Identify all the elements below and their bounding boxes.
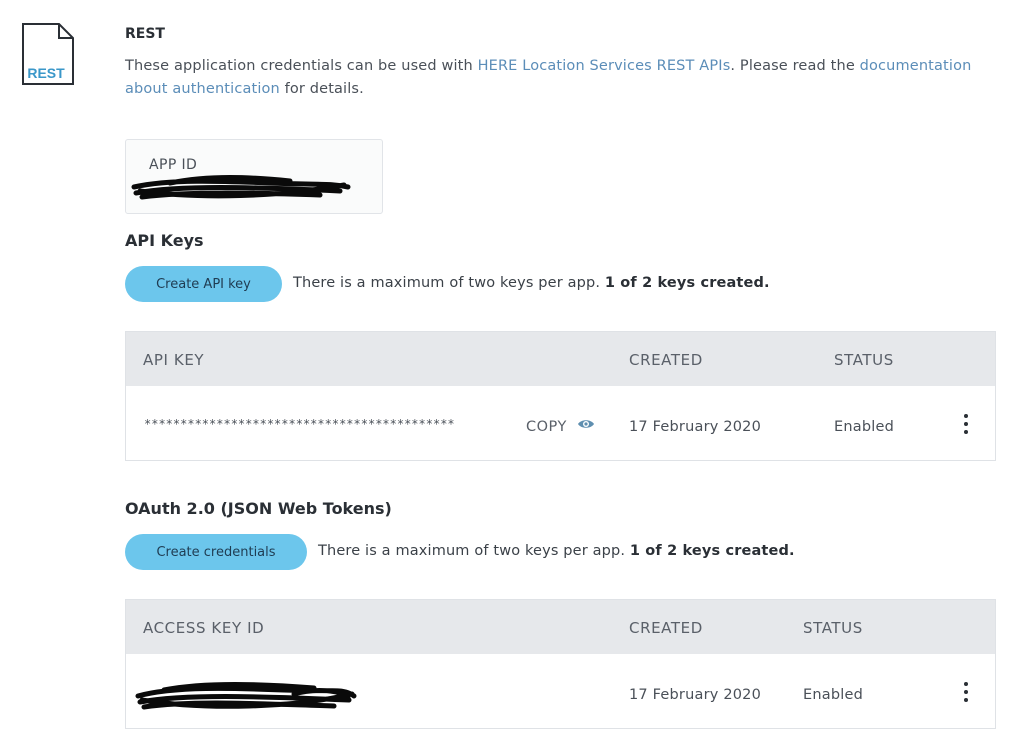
desc-text: . Please read the [730,58,860,74]
oauth-note: There is a maximum of two keys per app. … [318,543,795,559]
section-title: REST [125,26,165,42]
api-keys-note: There is a maximum of two keys per app. … [293,275,770,291]
redacted-app-id [131,175,351,200]
create-credentials-button[interactable]: Create credentials [125,534,307,570]
column-header-api-key: API KEY [143,351,205,369]
api-keys-table: API KEY CREATED STATUS *****************… [125,331,996,461]
desc-text: for details. [279,81,364,97]
redacted-access-key-id [135,682,357,710]
oauth-table: ACCESS KEY ID CREATED STATUS 17 February… [125,599,996,729]
copy-button[interactable]: COPY [526,419,567,435]
desc-text: These application credentials can be use… [125,58,478,74]
rest-description: These application credentials can be use… [125,55,1000,101]
access-key-created-date: 17 February 2020 [629,687,762,703]
keys-created-count: 1 of 2 keys created. [604,275,770,291]
access-key-status: Enabled [803,687,863,703]
note-text: There is a maximum of two keys per app. [293,275,605,291]
table-header: ACCESS KEY ID CREATED STATUS [126,600,995,654]
api-keys-heading: API Keys [125,231,204,250]
app-id-label: APP ID [149,157,198,173]
eye-icon[interactable] [577,416,595,430]
column-header-access-key-id: ACCESS KEY ID [143,619,265,637]
column-header-status: STATUS [803,619,863,637]
column-header-created: CREATED [629,619,703,637]
api-key-created-date: 17 February 2020 [629,419,762,435]
create-api-key-button[interactable]: Create API key [125,266,282,302]
svg-text:REST: REST [27,65,65,81]
rest-file-icon: REST [21,22,75,86]
more-vertical-icon[interactable] [956,412,976,436]
keys-created-count: 1 of 2 keys created. [629,543,795,559]
column-header-status: STATUS [834,351,894,369]
api-key-status: Enabled [834,419,894,435]
table-header: API KEY CREATED STATUS [126,332,995,386]
masked-api-key: ****************************************… [144,417,455,431]
note-text: There is a maximum of two keys per app. [318,543,630,559]
rest-apis-link[interactable]: HERE Location Services REST APIs [478,58,731,74]
column-header-created: CREATED [629,351,703,369]
more-vertical-icon[interactable] [956,680,976,704]
oauth-heading: OAuth 2.0 (JSON Web Tokens) [125,499,392,518]
app-id-box: APP ID [125,139,383,214]
